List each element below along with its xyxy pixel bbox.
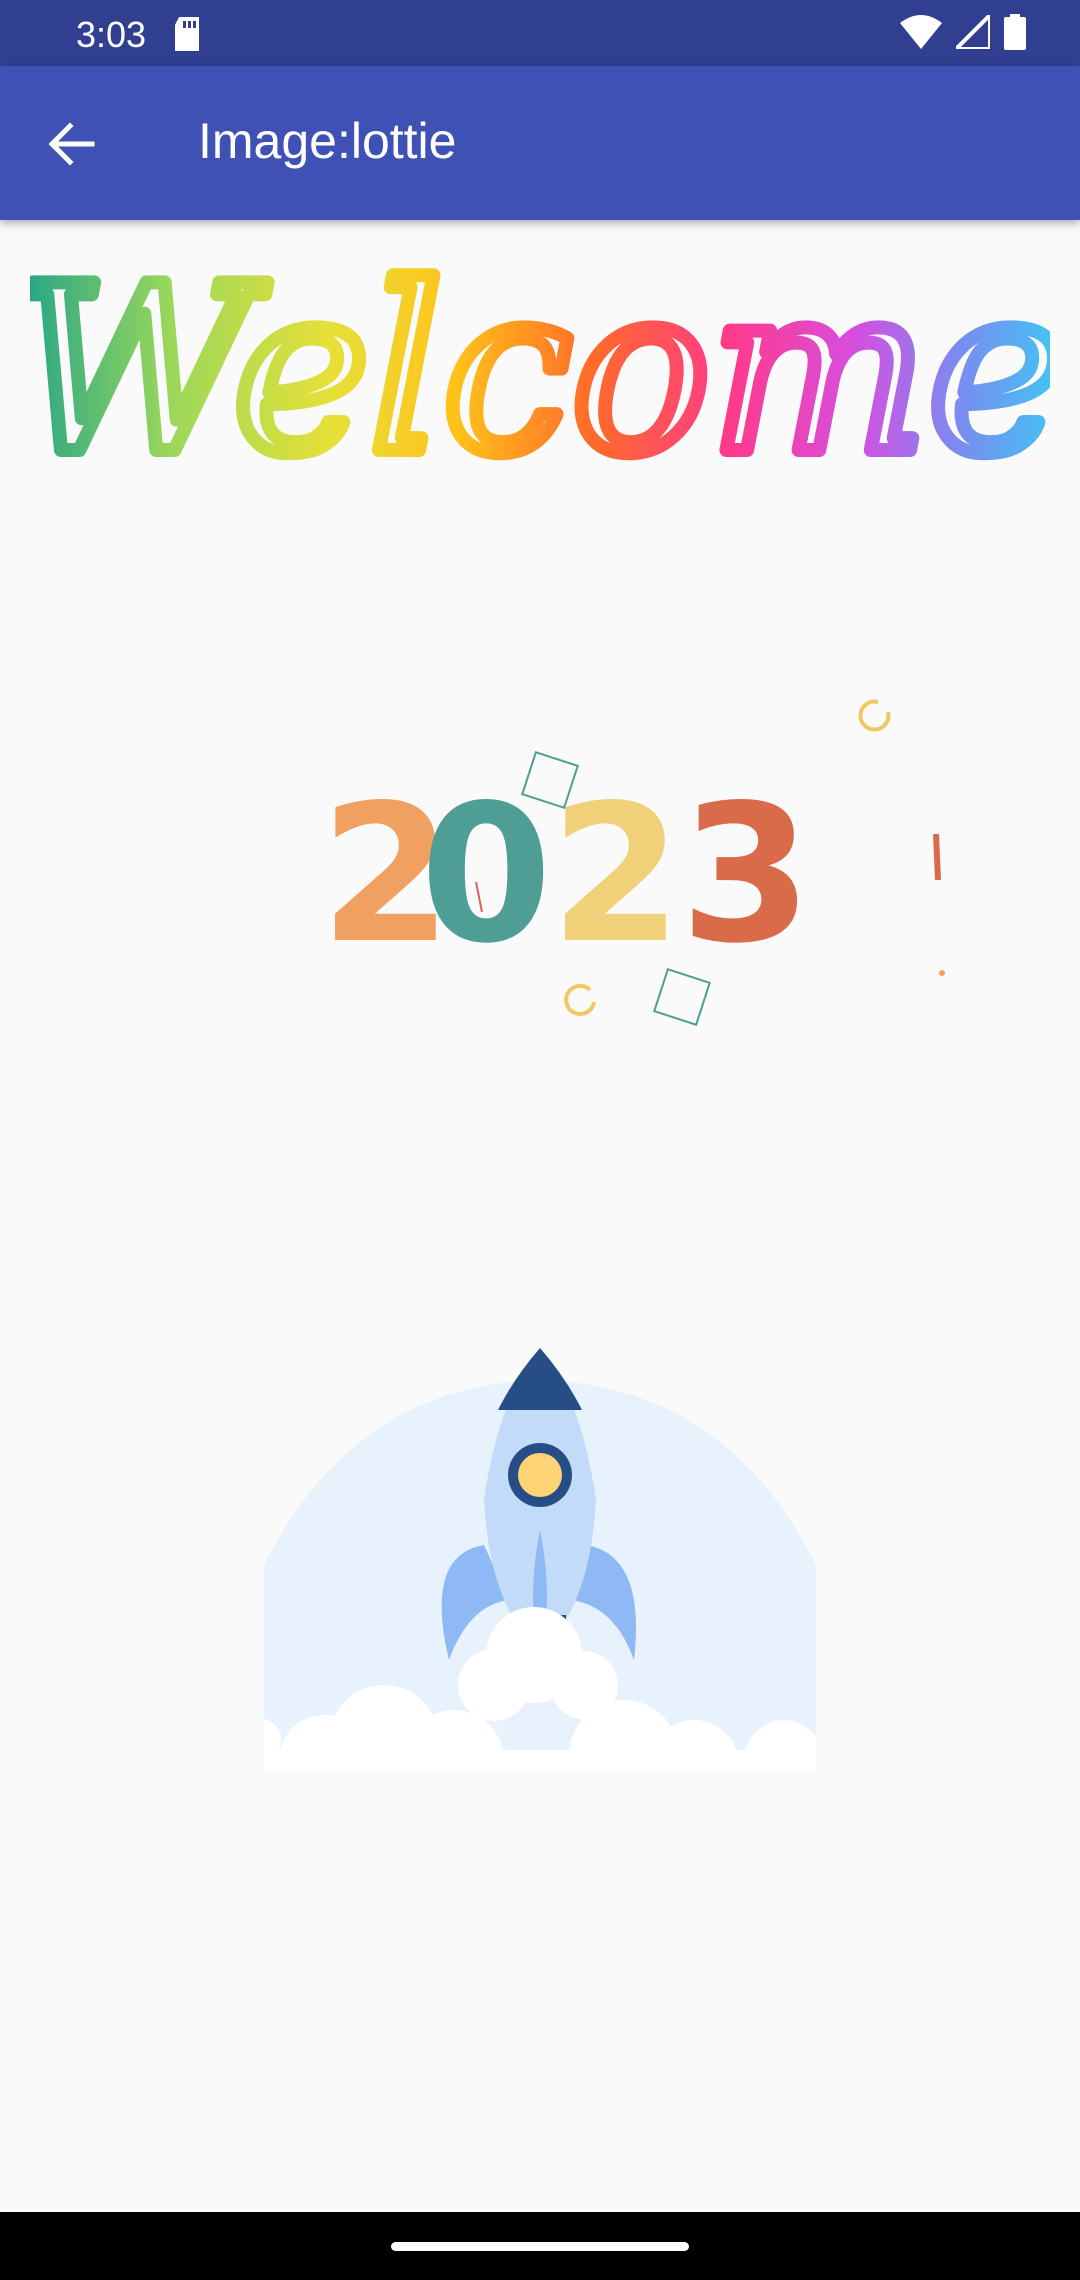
home-handle[interactable] <box>391 2242 689 2251</box>
year-digit: 3 <box>680 764 812 985</box>
sd-card-icon <box>173 17 201 56</box>
back-button[interactable] <box>30 102 114 186</box>
year-animation: 2 0 2 3 <box>270 690 970 1030</box>
battery-icon <box>1004 14 1026 55</box>
confetti-swirl <box>858 699 891 732</box>
year-digit: 2 <box>550 764 682 985</box>
confetti-swirl <box>564 983 596 1016</box>
status-time: 3:03 <box>76 14 147 55</box>
app-bar: Image:lottie <box>0 66 1080 220</box>
confetti-dot <box>939 970 945 976</box>
cell-signal-icon <box>951 10 992 54</box>
welcome-text: Welcome <box>30 250 1050 500</box>
status-bar: 3:03 <box>0 0 1080 66</box>
rocket-animation <box>264 1340 816 1770</box>
navigation-bar <box>0 2212 1080 2280</box>
wifi-icon <box>900 15 942 54</box>
arrow-left-icon <box>48 122 95 166</box>
page-title: Image:lottie <box>198 113 457 169</box>
welcome-animation: Welcome <box>9 231 1072 512</box>
confetti-bar <box>933 833 941 881</box>
